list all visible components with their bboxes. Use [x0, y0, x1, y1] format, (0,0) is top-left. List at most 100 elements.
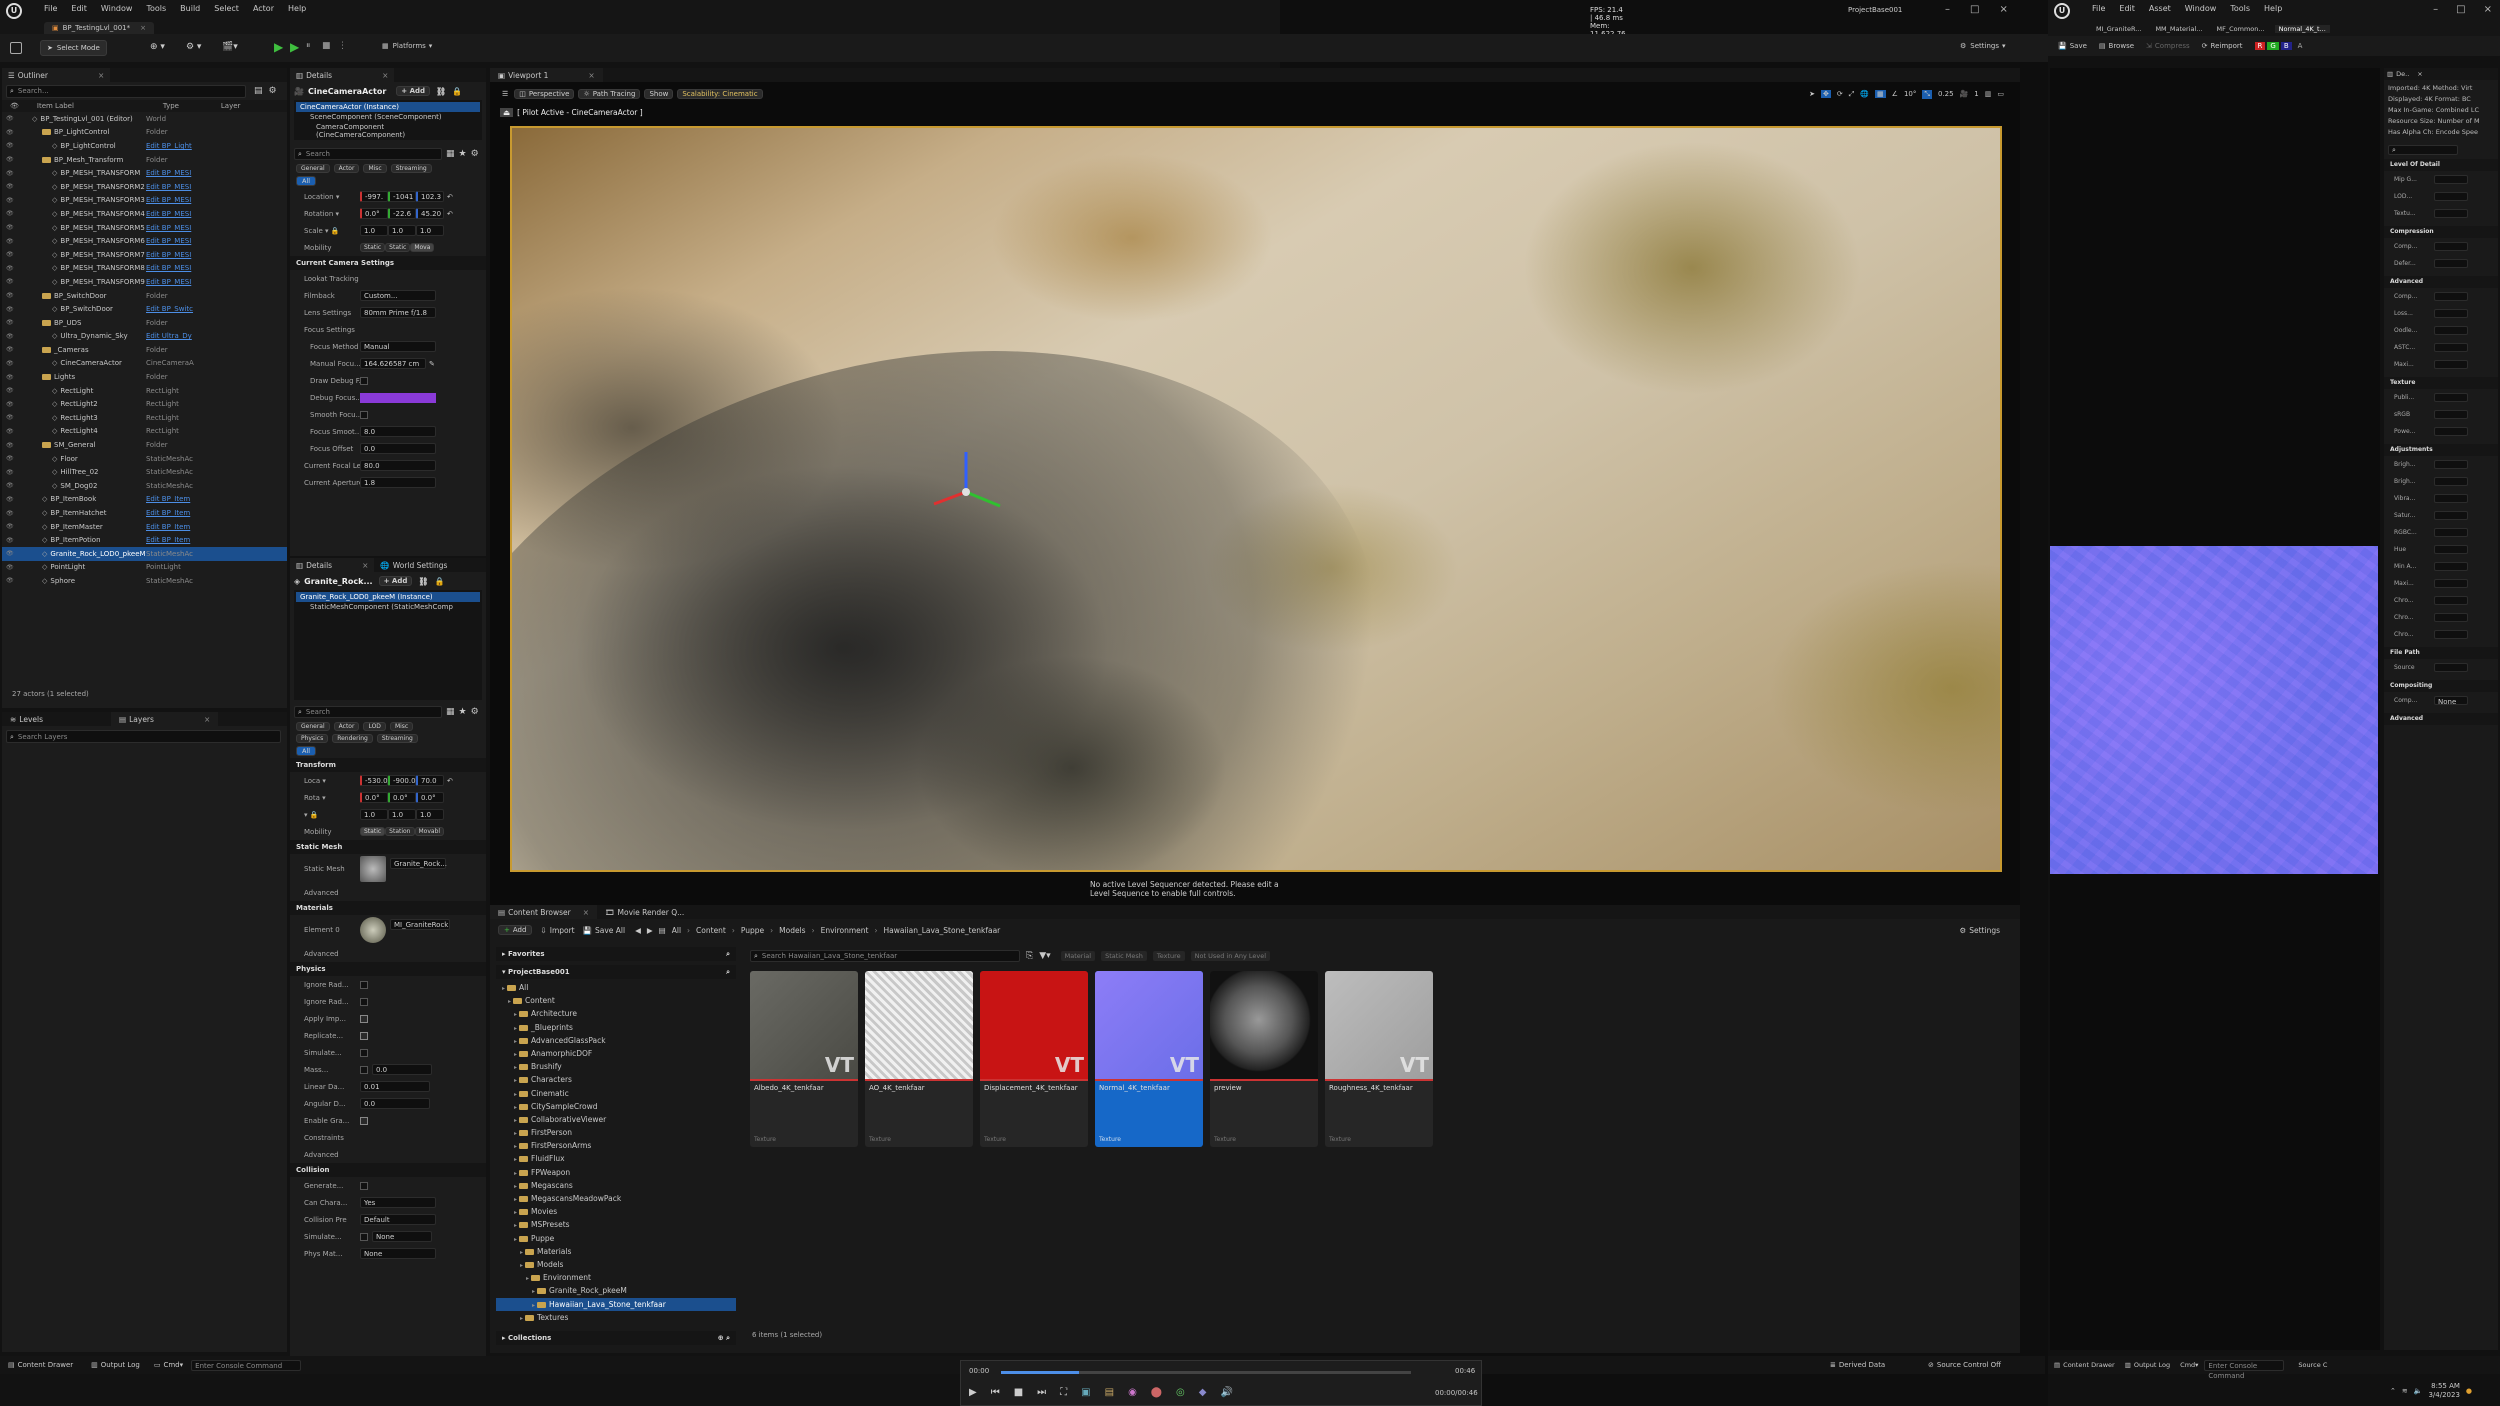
- visibility-icon[interactable]: 👁: [6, 401, 20, 408]
- blueprint-icon[interactable]: ⛓: [418, 577, 428, 586]
- menu-window[interactable]: Window: [101, 4, 133, 13]
- outliner-row[interactable]: 👁 ◇ BP_MESH_TRANSFORM2 Edit BP_MESI: [2, 180, 287, 194]
- te-property-value[interactable]: [2434, 209, 2468, 218]
- outliner-row[interactable]: 👁 ◇ BP_LightControl Edit BP_Light: [2, 139, 287, 153]
- visibility-icon[interactable]: 👁: [6, 129, 20, 136]
- current-aperture-input[interactable]: 1.8: [360, 477, 436, 488]
- settings-icon[interactable]: ⚙: [269, 86, 277, 96]
- current-focal-input[interactable]: 80.0: [360, 460, 436, 471]
- expand-arrow-icon[interactable]: ▸: [514, 1222, 517, 1229]
- channel-b-button[interactable]: B: [2280, 42, 2292, 50]
- visibility-icon[interactable]: 👁: [6, 170, 20, 177]
- outliner-item-type[interactable]: Edit BP_Item: [146, 509, 206, 517]
- te-section[interactable]: Advanced: [2384, 276, 2498, 288]
- channel-a-button[interactable]: A: [2298, 42, 2303, 50]
- simulate-checkbox[interactable]: [360, 1048, 368, 1057]
- tab-viewport[interactable]: ▣ Viewport 1 ×: [490, 68, 603, 82]
- visibility-icon[interactable]: 👁: [6, 197, 20, 204]
- rotation-y[interactable]: 0.0°: [388, 792, 416, 803]
- close-icon[interactable]: ×: [588, 71, 594, 80]
- platforms-button[interactable]: ▦ Platforms ▾: [382, 42, 432, 50]
- folder-tree-item[interactable]: ▸ MegascansMeadowPack: [496, 1192, 736, 1205]
- volume-icon[interactable]: 🔊: [1220, 1387, 1232, 1398]
- viewport-render[interactable]: [510, 126, 2002, 872]
- filter-chip[interactable]: Static Mesh: [1101, 951, 1147, 961]
- details-search-input[interactable]: ⌕ Search: [294, 706, 442, 718]
- menu-actor[interactable]: Actor: [253, 4, 274, 13]
- outliner-row[interactable]: 👁 ◇ BP_ItemBook Edit BP_Item: [2, 493, 287, 507]
- eject-icon[interactable]: ⏏: [500, 108, 514, 117]
- te-property-value[interactable]: [2434, 477, 2468, 486]
- grid-icon[interactable]: ▦: [446, 707, 455, 717]
- visibility-icon[interactable]: 👁: [6, 428, 20, 435]
- save-search-icon[interactable]: ⎘: [1026, 951, 1033, 961]
- show-button[interactable]: Show: [644, 89, 674, 99]
- section-physics[interactable]: Physics: [290, 962, 486, 976]
- outliner-row[interactable]: 👁 ◇ BP_MESH_TRANSFORM5 Edit BP_MESI: [2, 221, 287, 235]
- camera-speed-icon[interactable]: 🎥: [1960, 90, 1969, 98]
- project-section[interactable]: ▾ ProjectBase001 ⌕: [496, 965, 736, 979]
- star-icon[interactable]: ★: [459, 149, 467, 159]
- unreal-logo-icon[interactable]: U: [6, 3, 22, 19]
- ignore-radial-checkbox[interactable]: [360, 980, 368, 989]
- close-icon[interactable]: ×: [362, 561, 368, 570]
- expand-arrow-icon[interactable]: ▸: [520, 1315, 523, 1321]
- snap-grid-icon[interactable]: ▦: [1875, 90, 1886, 98]
- app-icon-2[interactable]: ▤: [1105, 1387, 1114, 1398]
- expand-arrow-icon[interactable]: ▸: [514, 1170, 517, 1177]
- location-x[interactable]: -530.0: [360, 775, 388, 786]
- outliner-row[interactable]: 👁 ◇ BP_MESH_TRANSFORM3 Edit BP_MESI: [2, 194, 287, 208]
- folder-tree-item[interactable]: ▸ Textures: [496, 1311, 736, 1321]
- mobility-static[interactable]: Static: [360, 243, 386, 252]
- outliner-row[interactable]: 👁 ◇ PointLight PointLight: [2, 561, 287, 575]
- folder-tree-item[interactable]: ▸ Architecture: [496, 1007, 736, 1020]
- folder-tree-item[interactable]: ▸ Materials: [496, 1245, 736, 1258]
- te-property-value[interactable]: [2434, 393, 2468, 402]
- breadcrumb-item[interactable]: Environment: [821, 926, 869, 935]
- visibility-icon[interactable]: 👁: [6, 496, 20, 503]
- asset-tile[interactable]: VT Displacement_4K_tenkfaar Texture: [980, 971, 1088, 1147]
- debug-focus-color[interactable]: [360, 392, 436, 403]
- te-tab[interactable]: Normal_4K_t...: [2274, 25, 2330, 33]
- tab-outliner[interactable]: ☰ Outliner ×: [2, 68, 111, 82]
- outliner-item-type[interactable]: Edit BP_Switc: [146, 305, 206, 313]
- tab-content-browser[interactable]: ▤ Content Browser ×: [490, 905, 597, 919]
- visibility-icon[interactable]: 👁: [6, 319, 20, 326]
- expand-arrow-icon[interactable]: ▸: [514, 1209, 517, 1216]
- outliner-row[interactable]: 👁 ◇ BP_ItemHatchet Edit BP_Item: [2, 506, 287, 520]
- manual-focus-input[interactable]: 164.626587 cm: [360, 358, 426, 369]
- folder-tree-item[interactable]: ▸ Cinematic: [496, 1087, 736, 1100]
- folder-tree-item[interactable]: ▸ FirstPersonArms: [496, 1139, 736, 1152]
- constraints-label[interactable]: Constraints: [290, 1134, 360, 1142]
- component-static-mesh[interactable]: StaticMeshComponent (StaticMeshComp: [296, 602, 480, 612]
- filter-icon[interactable]: ▼▾: [1039, 951, 1050, 961]
- outliner-row[interactable]: 👁 ◇ BP_MESH_TRANSFORM Edit BP_MESI: [2, 166, 287, 180]
- detail-filter-tab[interactable]: Streaming: [376, 733, 418, 743]
- stop-icon[interactable]: ■: [1014, 1387, 1023, 1398]
- expand-arrow-icon[interactable]: ▸: [514, 1091, 517, 1098]
- snap-scale-icon[interactable]: ⤡: [1922, 89, 1932, 99]
- mass-checkbox[interactable]: [360, 1065, 368, 1074]
- te-property-value[interactable]: [2434, 259, 2468, 268]
- scalability-button[interactable]: Scalability: Cinematic: [677, 89, 763, 99]
- add-component-button[interactable]: + Add: [396, 86, 431, 96]
- detail-filter-tab[interactable]: General: [296, 721, 330, 731]
- collections-section[interactable]: ▸ Collections ⊕ ⌕: [496, 1331, 736, 1345]
- te-property-value[interactable]: [2434, 663, 2468, 672]
- path-tracing-button[interactable]: ☼ Path Tracing: [578, 89, 641, 99]
- te-property-value[interactable]: [2434, 343, 2468, 352]
- te-section[interactable]: File Path: [2384, 647, 2498, 659]
- expand-arrow-icon[interactable]: ▸: [514, 1011, 517, 1018]
- outliner-item-type[interactable]: Edit BP_MESI: [146, 251, 206, 259]
- ignore-radial-checkbox-2[interactable]: [360, 997, 368, 1006]
- star-icon[interactable]: ★: [459, 707, 467, 717]
- folder-tree-item[interactable]: ▸ FirstPerson: [496, 1126, 736, 1139]
- te-menu-tools[interactable]: Tools: [2230, 4, 2250, 13]
- apply-impulse-checkbox[interactable]: [360, 1014, 368, 1023]
- visibility-icon[interactable]: 👁: [6, 251, 20, 258]
- filter-all-button[interactable]: All: [296, 746, 317, 756]
- phys-mat-select[interactable]: None: [360, 1248, 436, 1259]
- col-type[interactable]: Type: [163, 102, 221, 110]
- focus-offset-input[interactable]: 0.0: [360, 443, 436, 454]
- outliner-row[interactable]: 👁 ◇ BP_MESH_TRANSFORM6 Edit BP_MESI: [2, 234, 287, 248]
